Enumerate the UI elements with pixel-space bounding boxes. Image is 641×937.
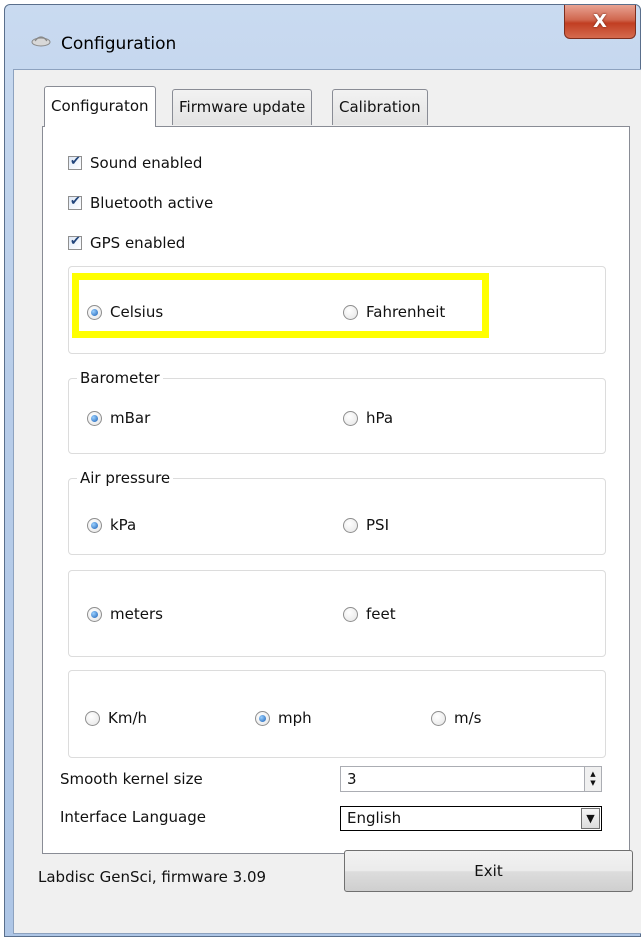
tab-label: Firmware update [179, 98, 306, 116]
psi-radio[interactable]: PSI [343, 516, 389, 534]
radio-label: Celsius [110, 303, 164, 321]
radio-unselected-icon [343, 517, 358, 533]
close-button[interactable]: X [564, 5, 636, 39]
radio-label: hPa [366, 409, 394, 427]
app-icon [31, 36, 51, 47]
bluetooth-active-checkbox[interactable]: Bluetooth active [68, 194, 213, 212]
celsius-radio[interactable]: Celsius [87, 303, 163, 321]
smooth-kernel-spinbox[interactable]: 3 ▲ ▼ [340, 766, 602, 792]
checkbox-checked-icon [68, 194, 82, 210]
radio-unselected-icon [343, 304, 358, 320]
window-client-area: Configuraton Firmware update Calibration… [13, 69, 641, 934]
tab-configuration[interactable]: Configuraton [44, 86, 156, 127]
interface-language-select[interactable]: English ▼ [340, 806, 602, 831]
kpa-radio[interactable]: kPa [87, 516, 136, 534]
checkbox-label: Bluetooth active [90, 194, 214, 212]
radio-selected-icon [255, 710, 270, 726]
radio-label: m/s [454, 709, 482, 727]
mph-radio[interactable]: mph [255, 709, 312, 727]
mbar-radio[interactable]: mBar [87, 409, 150, 427]
ms-radio[interactable]: m/s [431, 709, 481, 727]
chevron-down-icon: ▼ [586, 812, 595, 825]
radio-label: Fahrenheit [366, 303, 446, 321]
hpa-radio[interactable]: hPa [343, 409, 393, 427]
distance-unit-group: meters feet [68, 570, 606, 657]
group-legend: Barometer [77, 369, 163, 387]
radio-unselected-icon [343, 410, 358, 426]
kmh-radio[interactable]: Km/h [85, 709, 147, 727]
smooth-kernel-label: Smooth kernel size [60, 770, 203, 788]
device-info-label: Labdisc GenSci, firmware 3.09 [38, 868, 267, 886]
smooth-kernel-value: 3 [347, 770, 357, 788]
tab-label: Calibration [339, 98, 421, 116]
air-pressure-group: Air pressure kPa PSI [68, 469, 606, 555]
radio-label: Km/h [108, 709, 148, 727]
radio-label: mph [278, 709, 312, 727]
title-bar[interactable]: Configuration X [5, 5, 640, 69]
interface-language-label: Interface Language [60, 808, 206, 826]
close-icon: X [593, 11, 607, 32]
radio-label: kPa [110, 516, 137, 534]
checkbox-checked-icon [68, 154, 82, 170]
exit-button[interactable]: Exit [344, 850, 633, 892]
radio-label: PSI [366, 516, 389, 534]
radio-unselected-icon [85, 710, 100, 726]
dropdown-button[interactable]: ▼ [581, 808, 600, 829]
checkbox-checked-icon [68, 234, 82, 250]
radio-unselected-icon [431, 710, 446, 726]
meters-radio[interactable]: meters [87, 605, 163, 623]
tab-firmware-update[interactable]: Firmware update [172, 89, 313, 125]
barometer-group: Barometer mBar hPa [68, 369, 606, 454]
sound-enabled-checkbox[interactable]: Sound enabled [68, 154, 202, 172]
radio-selected-icon [87, 410, 102, 426]
configuration-window: Configuration X Configuraton Firmware up… [4, 4, 641, 937]
radio-label: feet [366, 605, 396, 623]
gps-enabled-checkbox[interactable]: GPS enabled [68, 234, 185, 252]
radio-selected-icon [87, 606, 102, 622]
radio-label: mBar [110, 409, 151, 427]
spin-up-icon[interactable]: ▲ [590, 770, 595, 779]
tab-calibration[interactable]: Calibration [332, 89, 428, 125]
spin-down-icon[interactable]: ▼ [590, 779, 595, 788]
radio-unselected-icon [343, 606, 358, 622]
temperature-unit-group: Celsius Fahrenheit [68, 266, 606, 354]
radio-selected-icon [87, 517, 102, 533]
feet-radio[interactable]: feet [343, 605, 396, 623]
tab-label: Configuraton [51, 97, 149, 115]
radio-label: meters [110, 605, 163, 623]
checkbox-label: GPS enabled [90, 234, 186, 252]
window-title: Configuration [61, 34, 177, 54]
checkbox-label: Sound enabled [90, 154, 203, 172]
interface-language-value: English [347, 809, 402, 827]
radio-selected-icon [87, 304, 102, 320]
fahrenheit-radio[interactable]: Fahrenheit [343, 303, 445, 321]
speed-unit-group: Km/h mph m/s [68, 670, 606, 758]
spin-buttons[interactable]: ▲ ▼ [584, 767, 601, 791]
group-legend: Air pressure [77, 469, 174, 487]
exit-button-label: Exit [474, 862, 503, 880]
